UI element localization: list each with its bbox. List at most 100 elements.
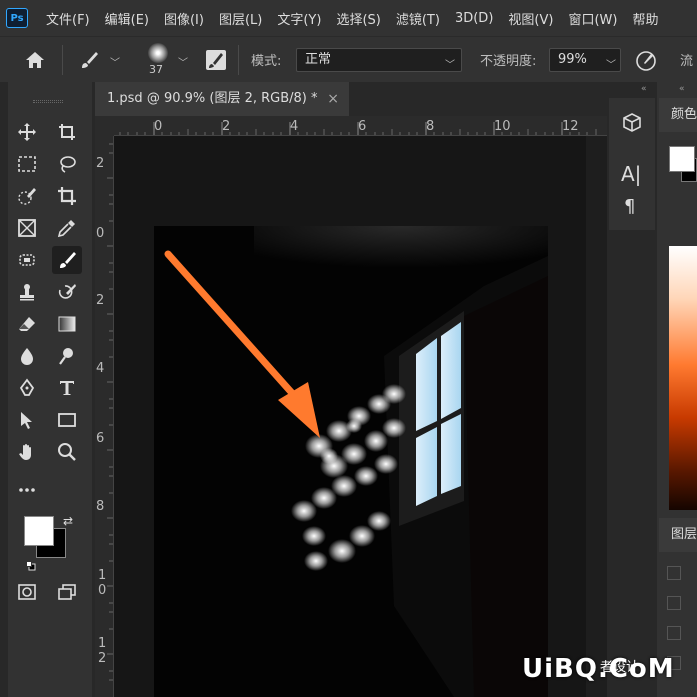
menu-type[interactable]: 文字(Y) bbox=[277, 9, 321, 28]
menu-filter[interactable]: 滤镜(T) bbox=[396, 9, 440, 28]
layers-panel-tab[interactable]: 图层 bbox=[659, 518, 697, 552]
chevron-down-icon[interactable]: ﹀ bbox=[178, 54, 188, 69]
move-tool-icon[interactable] bbox=[12, 118, 42, 146]
menu-bar: Ps 文件(F) 编辑(E) 图像(I) 图层(L) 文字(Y) 选择(S) 滤… bbox=[0, 0, 697, 36]
menu-window[interactable]: 窗口(W) bbox=[568, 9, 617, 28]
ruler-tick-label: 0 bbox=[154, 119, 163, 134]
opacity-field[interactable]: 99% ﹀ bbox=[549, 48, 621, 72]
quick-mask-icon[interactable] bbox=[12, 578, 42, 606]
layer-visibility-checkbox[interactable] bbox=[667, 596, 681, 610]
vertical-ruler[interactable]: 2 0 2 4 6 8 1 0 1 2 bbox=[95, 136, 114, 697]
ruler-tick-label: 2 bbox=[222, 119, 231, 134]
healing-brush-tool-icon[interactable] bbox=[12, 246, 42, 274]
quick-selection-tool-icon[interactable] bbox=[12, 182, 42, 210]
ruler-tick-label: 0 bbox=[96, 226, 105, 241]
foreground-color-swatch[interactable] bbox=[24, 516, 54, 546]
mode-select[interactable]: 正常 ﹀ bbox=[296, 48, 462, 72]
menu-select[interactable]: 选择(S) bbox=[336, 9, 380, 28]
ruler-tick-label: 1 2 bbox=[98, 636, 107, 666]
home-icon[interactable] bbox=[24, 50, 46, 74]
blur-tool-icon[interactable] bbox=[12, 342, 42, 370]
menu-help[interactable]: 帮助 bbox=[632, 9, 658, 28]
watermark-caption: 者设计 bbox=[600, 660, 640, 675]
document-tab-title: 1.psd @ 90.9% (图层 2, RGB/8) * bbox=[107, 91, 318, 106]
frame-tool-icon[interactable] bbox=[12, 214, 42, 242]
marquee-tool-icon[interactable] bbox=[12, 150, 42, 178]
brush-settings-icon[interactable] bbox=[205, 49, 227, 75]
menu-3d[interactable]: 3D(D) bbox=[455, 11, 493, 26]
collapse-icon[interactable]: « bbox=[679, 84, 685, 94]
swap-colors-icon[interactable]: ⇄ bbox=[63, 514, 73, 528]
menu-file[interactable]: 文件(F) bbox=[46, 9, 90, 28]
ruler-tick-label: 2 bbox=[96, 293, 105, 308]
brush-preview[interactable] bbox=[148, 43, 168, 63]
pen-tool-icon[interactable] bbox=[12, 374, 42, 402]
close-icon[interactable]: × bbox=[327, 82, 339, 116]
chevron-down-icon: ﹀ bbox=[606, 60, 616, 71]
opacity-value: 99% bbox=[558, 52, 587, 67]
dodge-tool-icon[interactable] bbox=[52, 342, 82, 370]
ruler-tick-label: 8 bbox=[96, 499, 105, 514]
menu-image[interactable]: 图像(I) bbox=[164, 9, 204, 28]
color-panel: « 颜色 图层 bbox=[657, 82, 697, 697]
ruler-tick-label: 4 bbox=[96, 361, 105, 376]
opacity-label: 不透明度: bbox=[480, 54, 537, 69]
gradient-tool-icon[interactable] bbox=[52, 310, 82, 338]
color-tab-label: 颜色 bbox=[671, 107, 697, 122]
menu-view[interactable]: 视图(V) bbox=[508, 9, 553, 28]
layer-visibility-checkbox[interactable] bbox=[667, 626, 681, 640]
ruler-tick-label: 8 bbox=[426, 119, 435, 134]
screen-mode-icon[interactable] bbox=[52, 578, 82, 606]
clone-stamp-tool-icon[interactable] bbox=[12, 278, 42, 306]
layer-visibility-checkbox[interactable] bbox=[667, 566, 681, 580]
chevron-down-icon: ﹀ bbox=[445, 60, 455, 71]
color-panel-tab[interactable]: 颜色 bbox=[659, 98, 697, 132]
3d-panel-icon[interactable] bbox=[621, 112, 643, 138]
eraser-tool-icon[interactable] bbox=[12, 310, 42, 338]
mode-label: 模式: bbox=[251, 54, 282, 69]
brush-size: 37 bbox=[149, 63, 163, 76]
color-picker-field[interactable] bbox=[669, 246, 697, 510]
panel-grip[interactable] bbox=[33, 100, 63, 103]
character-panel-icon[interactable]: A| bbox=[621, 162, 641, 186]
rectangle-tool-icon[interactable] bbox=[52, 406, 82, 434]
watermark-logo: UiBQ.CoM bbox=[522, 654, 675, 684]
zoom-tool-icon[interactable] bbox=[52, 438, 82, 466]
tools-panel: « bbox=[0, 82, 95, 697]
ruler-tick-label: 6 bbox=[96, 431, 105, 446]
eyedropper-tool-icon[interactable] bbox=[52, 214, 82, 242]
ruler-tick-label: 6 bbox=[358, 119, 367, 134]
photoshop-logo: Ps bbox=[6, 8, 28, 28]
ruler-tick-label: 2 bbox=[96, 156, 105, 171]
collapse-icon[interactable]: « bbox=[641, 84, 647, 94]
foreground-color-swatch[interactable] bbox=[669, 146, 695, 172]
menu-layer[interactable]: 图层(L) bbox=[219, 9, 262, 28]
flow-label: 流 bbox=[680, 54, 694, 69]
brush-tool-icon[interactable] bbox=[52, 246, 82, 274]
lasso-tool-icon[interactable] bbox=[52, 150, 82, 178]
tools-panel-body: ⇄ bbox=[8, 82, 92, 697]
chevron-down-icon[interactable]: ﹀ bbox=[110, 54, 120, 69]
menu-edit[interactable]: 编辑(E) bbox=[105, 9, 149, 28]
path-selection-tool-icon[interactable] bbox=[12, 406, 42, 434]
hand-tool-icon[interactable] bbox=[12, 438, 42, 466]
annotation-arrow-icon bbox=[164, 250, 320, 438]
pressure-opacity-icon[interactable] bbox=[634, 49, 658, 77]
ruler-corner bbox=[95, 116, 114, 136]
ruler-tick-label: 12 bbox=[562, 119, 579, 134]
document-tab[interactable]: 1.psd @ 90.9% (图层 2, RGB/8) * × bbox=[95, 82, 349, 116]
type-tool-icon[interactable] bbox=[52, 374, 82, 402]
dock-icons: A| ¶ bbox=[609, 98, 655, 230]
layers-tab-label: 图层 bbox=[671, 527, 697, 542]
default-colors-icon[interactable] bbox=[26, 556, 36, 571]
panel-dock-strip: « A| ¶ bbox=[607, 82, 657, 697]
horizontal-ruler[interactable]: 0 2 4 6 8 10 12 bbox=[114, 116, 607, 136]
history-brush-tool-icon[interactable] bbox=[52, 278, 82, 306]
brush-tool-icon[interactable] bbox=[78, 49, 100, 75]
artboard-tool-icon[interactable] bbox=[52, 118, 82, 146]
options-bar: ﹀ 37 ﹀ 模式: 正常 ﹀ 不透明度: 99% ﹀ 流 bbox=[0, 36, 697, 82]
paragraph-panel-icon[interactable]: ¶ bbox=[624, 196, 635, 217]
crop-tool-icon[interactable] bbox=[52, 182, 82, 210]
more-tools-icon[interactable] bbox=[12, 476, 42, 504]
ruler-tick-label: 10 bbox=[494, 119, 511, 134]
